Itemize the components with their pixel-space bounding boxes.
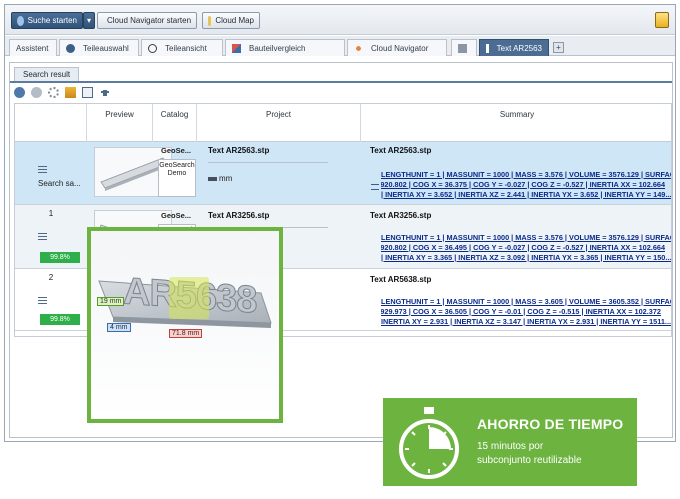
table-row[interactable]: Search sa... GeoSe... GeoSearch Demo Tex… <box>15 142 671 205</box>
add-tab-button[interactable]: + <box>553 42 564 53</box>
filter-icon[interactable] <box>99 86 110 98</box>
tab-teileauswahl[interactable]: Teileauswahl <box>59 39 139 56</box>
summary-menu-icon[interactable] <box>371 184 379 190</box>
user-settings-icon[interactable] <box>655 12 669 28</box>
column-header-project[interactable]: Project <box>197 104 361 142</box>
parts-selection-icon <box>66 43 75 53</box>
summary-text[interactable]: LENGTHUNIT = 1 | MASSUNIT = 1000 | MASS … <box>381 233 671 263</box>
ruler-icon <box>208 176 217 181</box>
row-menu-icon[interactable] <box>38 233 47 240</box>
dimension-label-height: 19 mm <box>97 297 125 306</box>
home-icon[interactable] <box>65 86 76 98</box>
forward-icon[interactable] <box>31 86 42 98</box>
summary-title: Text AR5638.stp <box>370 275 432 284</box>
tab-cloud-navigator[interactable]: Cloud Navigator <box>347 39 447 56</box>
highlighted-feature <box>169 277 209 319</box>
tab-bauteilvergleich[interactable]: Bauteilvergleich <box>225 39 345 56</box>
highlight-frame: AR5638 19 mm 4 mm 71.8 mm <box>87 227 283 423</box>
cloud-navigator-icon <box>354 43 363 53</box>
tools-icon <box>458 43 467 53</box>
project-title: Text AR2563.stp <box>208 146 270 155</box>
row-menu-icon[interactable] <box>38 297 47 304</box>
back-icon[interactable] <box>14 86 25 98</box>
summary-title: Text AR3256.stp <box>370 211 432 220</box>
part-icon <box>486 43 489 53</box>
column-header-index <box>15 104 87 142</box>
row-status: Search sa... <box>38 179 81 188</box>
map-icon <box>208 15 212 26</box>
project-divider <box>208 162 328 163</box>
search-dropdown-button[interactable]: ▾ <box>83 12 95 29</box>
cloud-map-button[interactable]: Cloud Map <box>202 12 260 29</box>
result-toolbar <box>14 85 110 99</box>
search-icon <box>17 15 24 26</box>
column-header-summary[interactable]: Summary <box>361 104 671 142</box>
tab-search-result[interactable]: Search result <box>14 67 80 82</box>
chevron-down-icon: ▾ <box>87 16 92 25</box>
badge-title: AHORRO DE TIEMPO <box>477 416 624 432</box>
badge-subtitle: 15 minutos por subconjunto reutilizable <box>477 441 582 466</box>
summary-text[interactable]: LENGTHUNIT = 1 | MASSUNIT = 1000 | MASS … <box>381 297 671 327</box>
catalog-badge: GeoSearch Demo <box>158 159 196 197</box>
column-header-preview[interactable]: Preview <box>87 104 153 142</box>
row-menu-icon[interactable] <box>38 166 47 173</box>
summary-text[interactable]: LENGTHUNIT = 1 | MASSUNIT = 1000 | MASS … <box>381 170 671 200</box>
main-tab-bar: Assistent Teileauswahl Teileansicht Baut… <box>5 36 675 56</box>
row-number: 1 <box>48 209 54 218</box>
main-toolbar: Suche starten ▾ Cloud Navigator starten … <box>5 5 675 35</box>
dimension-label-depth: 4 mm <box>107 323 131 332</box>
gear-icon[interactable] <box>48 86 59 98</box>
catalog-name: GeoSe... <box>161 146 192 155</box>
export-icon[interactable] <box>82 86 93 98</box>
panel-divider <box>10 81 672 83</box>
tab-text-ar2563[interactable]: Text AR2563 <box>479 39 549 56</box>
part-view-icon <box>148 43 157 53</box>
summary-title: Text AR2563.stp <box>370 146 432 155</box>
match-score-badge: 99.8% <box>40 252 80 263</box>
match-score-badge: 99.8% <box>40 314 80 325</box>
table-header: Preview Catalog Project Summary <box>15 104 671 142</box>
tab-assistent[interactable]: Assistent <box>9 39 57 56</box>
dimension-label-length: 71.8 mm <box>169 329 203 338</box>
tab-tools[interactable] <box>451 39 477 56</box>
tab-teileansicht[interactable]: Teileansicht <box>141 39 223 56</box>
project-title: Text AR3256.stp <box>208 211 270 220</box>
compare-icon <box>232 43 241 53</box>
search-start-button[interactable]: Suche starten <box>11 12 83 29</box>
project-unit: mm <box>208 174 232 183</box>
column-header-catalog[interactable]: Catalog <box>153 104 197 142</box>
row-number: 2 <box>48 273 54 282</box>
app-window: Suche starten ▾ Cloud Navigator starten … <box>4 4 676 442</box>
cloud-navigator-start-button[interactable]: Cloud Navigator starten <box>97 12 197 29</box>
time-saving-badge: AHORRO DE TIEMPO 15 minutos por subconju… <box>383 398 637 486</box>
catalog-name: GeoSe... <box>161 211 192 220</box>
stopwatch-icon <box>399 407 459 479</box>
